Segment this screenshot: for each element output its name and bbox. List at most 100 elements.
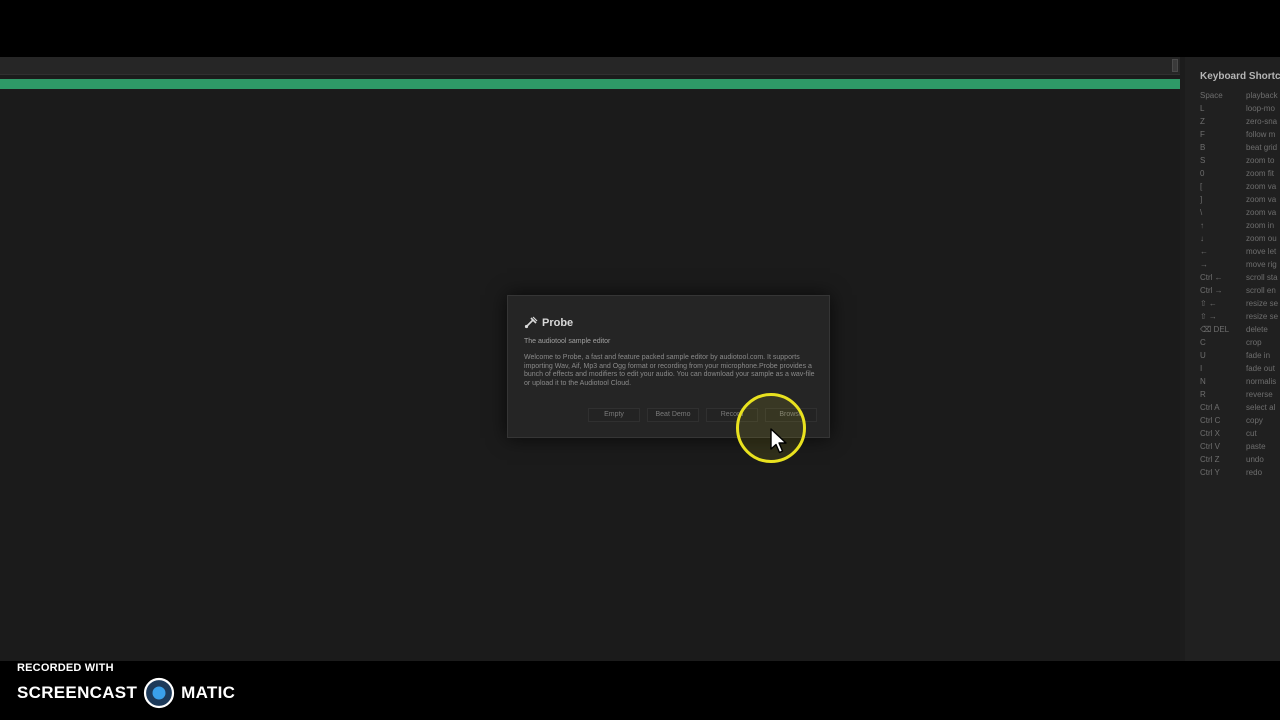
shortcut-row: ↓ zoom ou — [1200, 232, 1280, 245]
shortcut-action: zoom fit — [1246, 169, 1275, 178]
shortcut-row: [ zoom va — [1200, 180, 1280, 193]
shortcut-key: ↓ — [1200, 234, 1204, 243]
shortcut-key: I — [1200, 364, 1203, 373]
shortcut-row: ⇧ ← resize se — [1200, 297, 1280, 310]
shortcut-key: F — [1200, 130, 1205, 139]
shortcut-key: ↑ — [1200, 221, 1204, 230]
shortcut-row: Ctrl C copy — [1200, 414, 1280, 427]
dialog-header: Probe — [524, 316, 813, 329]
dialog-subtitle: The audiotool sample editor — [524, 338, 611, 345]
shortcut-action: delete — [1246, 325, 1268, 334]
shortcuts-title: Keyboard Shortc — [1200, 71, 1280, 82]
shortcut-action: zoom va — [1246, 208, 1277, 217]
shortcut-key: ⇧ ← — [1200, 299, 1217, 308]
shortcut-key: Ctrl Z — [1200, 455, 1220, 464]
shortcut-action: move rig — [1246, 260, 1277, 269]
shortcut-action: paste — [1246, 442, 1266, 451]
top-black-bar — [0, 0, 1280, 57]
shortcut-key: C — [1200, 338, 1206, 347]
shortcut-key: N — [1200, 377, 1206, 386]
shortcut-row: Ccrop — [1200, 336, 1280, 349]
beat-demo-button[interactable]: Beat Demo — [647, 408, 699, 422]
shortcut-row: Ctrl → scroll en — [1200, 284, 1280, 297]
shortcut-action: cut — [1246, 429, 1257, 438]
shortcut-key: ← — [1200, 247, 1208, 256]
shortcut-key: Space — [1200, 91, 1223, 100]
dialog-description: Welcome to Probe, a fast and feature pac… — [524, 354, 815, 387]
shortcut-row: ⌫ DEL delete — [1200, 323, 1280, 336]
shortcut-row: 0 zoom fit — [1200, 167, 1280, 180]
shortcut-key: \ — [1200, 208, 1203, 217]
shortcut-row: Nnormalis — [1200, 375, 1280, 388]
shortcut-action: zoom ou — [1246, 234, 1277, 243]
shortcut-action: scroll sta — [1246, 273, 1278, 282]
shortcut-key: L — [1200, 104, 1205, 113]
shortcut-row: Space playback — [1200, 89, 1280, 102]
shortcut-action: resize se — [1246, 299, 1279, 308]
shortcut-row: Ffollow m — [1200, 128, 1280, 141]
shortcut-action: zoom va — [1246, 182, 1277, 191]
shortcut-row: Ctrl V paste — [1200, 440, 1280, 453]
shortcut-key: Ctrl X — [1200, 429, 1220, 438]
shortcut-key: B — [1200, 143, 1206, 152]
shortcut-key: R — [1200, 390, 1206, 399]
shortcut-action: scroll en — [1246, 286, 1276, 295]
shortcut-row: ⇧ → resize se — [1200, 310, 1280, 323]
shortcut-action: zoom to — [1246, 156, 1275, 165]
shortcut-row: Rreverse — [1200, 388, 1280, 401]
shortcut-key: S — [1200, 156, 1206, 165]
shortcut-row: ] zoom va — [1200, 193, 1280, 206]
shortcut-action: playback — [1246, 91, 1278, 100]
shortcut-action: follow m — [1246, 130, 1276, 139]
keyboard-shortcuts-panel: Keyboard Shortc Space playback Lloop-mo Zze… — [1185, 57, 1280, 661]
shortcut-row: Ctrl Z undo — [1200, 453, 1280, 466]
shortcut-row: → move rig — [1200, 258, 1280, 271]
shortcut-row: Ufade in — [1200, 349, 1280, 362]
shortcut-key: ⇧ → — [1200, 312, 1217, 321]
shortcut-action: loop-mo — [1246, 104, 1275, 113]
shortcut-row: Zzero-sna — [1200, 115, 1280, 128]
shortcut-action: fade in — [1246, 351, 1271, 360]
shortcut-row: Ifade out — [1200, 362, 1280, 375]
shortcut-action: select al — [1246, 403, 1276, 412]
shortcut-row: ← move let — [1200, 245, 1280, 258]
shortcut-key: U — [1200, 351, 1206, 360]
shortcut-action: reverse — [1246, 390, 1273, 399]
empty-button[interactable]: Empty — [588, 408, 640, 422]
watermark-brand: SCREENCAST MATIC — [17, 677, 235, 709]
shortcut-row: Ctrl ← scroll sta — [1200, 271, 1280, 284]
progress-fill — [0, 79, 1180, 89]
scroll-handle[interactable] — [1172, 59, 1178, 72]
shortcut-row: Ctrl X cut — [1200, 427, 1280, 440]
shortcut-row: Ctrl Y redo — [1200, 466, 1280, 479]
shortcut-row: Szoom to — [1200, 154, 1280, 167]
shortcut-action: copy — [1246, 416, 1263, 425]
shortcut-key: 0 — [1200, 169, 1205, 178]
brand-right-text: MATIC — [181, 683, 236, 702]
dialog-title: Probe — [542, 316, 574, 329]
shortcut-action: zoom va — [1246, 195, 1277, 204]
progress-track — [0, 79, 1180, 89]
shortcut-key: [ — [1200, 182, 1203, 191]
shortcut-action: move let — [1246, 247, 1277, 256]
timeline-strip[interactable] — [0, 57, 1180, 75]
shortcut-action: normalis — [1246, 377, 1277, 386]
shortcut-key: Ctrl Y — [1200, 468, 1220, 477]
shortcut-row: ↑ zoom in — [1200, 219, 1280, 232]
shortcut-key: Ctrl C — [1200, 416, 1221, 425]
shortcut-action: zero-sna — [1246, 117, 1278, 126]
shortcut-action: beat grid — [1246, 143, 1278, 152]
shortcut-action: crop — [1246, 338, 1262, 347]
shortcut-key: Z — [1200, 117, 1205, 126]
mouse-pointer-icon — [770, 428, 788, 454]
shortcut-action: redo — [1246, 468, 1263, 477]
shortcut-key: ] — [1200, 195, 1203, 204]
shortcut-key: Ctrl V — [1200, 442, 1220, 451]
shortcut-row: \ zoom va — [1200, 206, 1280, 219]
shortcut-row: Ctrl A select al — [1200, 401, 1280, 414]
shortcut-action: undo — [1246, 455, 1264, 464]
shortcut-list: Space playback Lloop-mo Zzero-sna Ffollow mB… — [1200, 89, 1280, 479]
screencast-logo-icon — [143, 677, 175, 709]
brand-left-text: SCREENCAST — [17, 683, 138, 702]
shortcut-key: → — [1200, 260, 1208, 269]
